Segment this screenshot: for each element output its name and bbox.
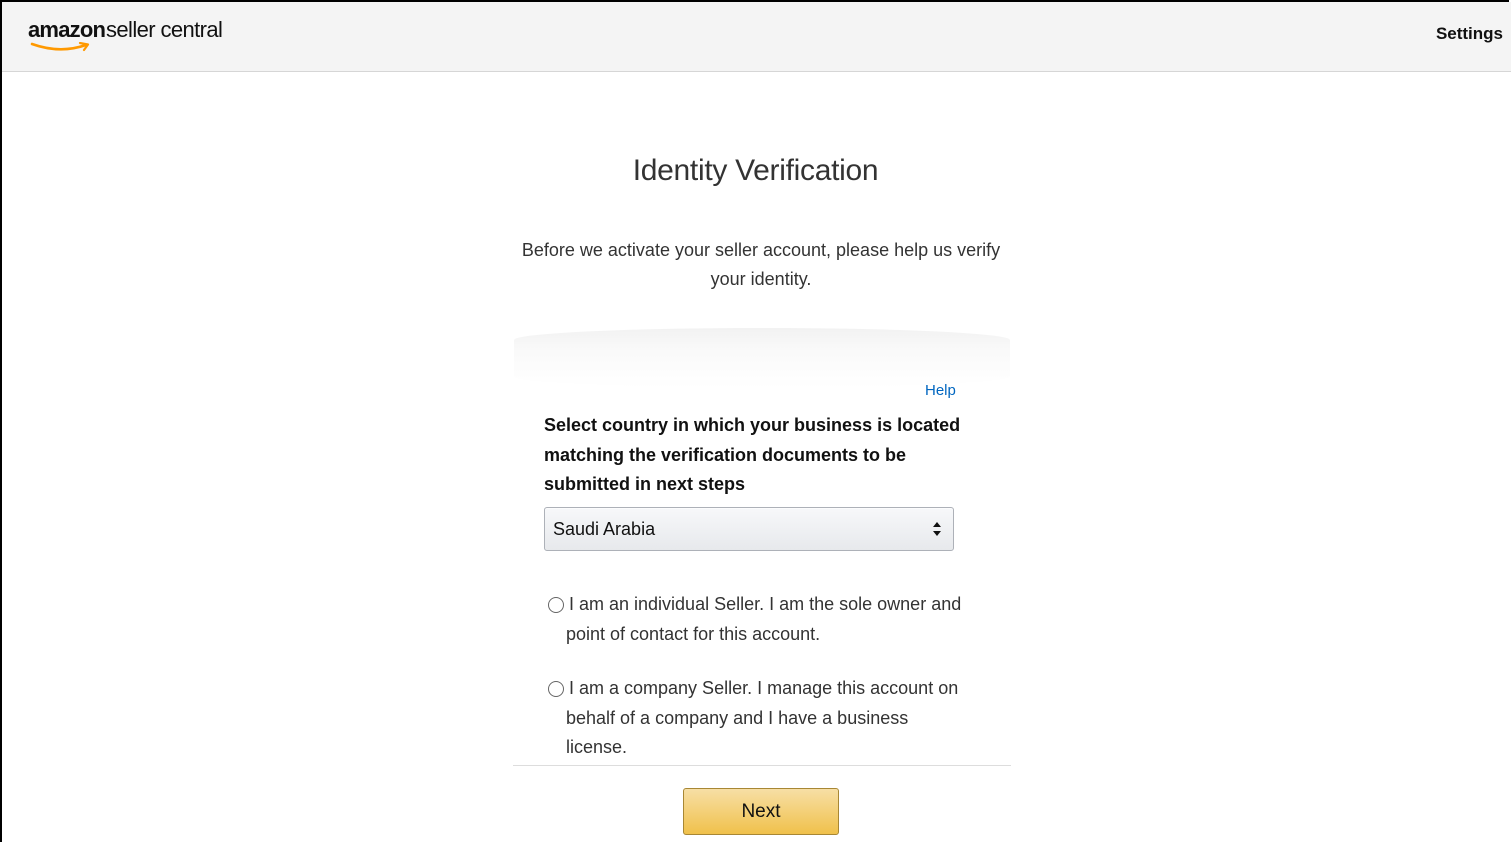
logo-brand-text: amazon xyxy=(28,17,106,42)
company-seller-label: I am a company Seller. I manage this acc… xyxy=(566,678,959,757)
section-divider xyxy=(513,765,1011,766)
next-button[interactable]: Next xyxy=(683,788,839,835)
logo-product-text: seller central xyxy=(106,17,223,42)
country-select[interactable]: Saudi Arabia xyxy=(544,507,954,551)
seller-central-logo[interactable]: amazon seller central xyxy=(28,14,238,54)
page-title: Identity Verification xyxy=(632,154,879,187)
top-header: amazon seller central Settings xyxy=(2,2,1511,72)
company-seller-radio[interactable] xyxy=(548,681,564,697)
section-shadow xyxy=(514,328,1010,388)
company-seller-option[interactable]: I am a company Seller. I manage this acc… xyxy=(548,674,968,763)
intro-text: Before we activate your seller account, … xyxy=(521,240,1001,289)
country-prompt: Select country in which your business is… xyxy=(544,415,961,494)
individual-seller-option[interactable]: I am an individual Seller. I am the sole… xyxy=(548,590,968,649)
help-link[interactable]: Help xyxy=(925,382,956,399)
updown-arrows-icon xyxy=(933,522,941,536)
individual-seller-label: I am an individual Seller. I am the sole… xyxy=(566,594,962,644)
country-select-value: Saudi Arabia xyxy=(553,519,656,539)
settings-link[interactable]: Settings xyxy=(1436,24,1503,44)
amazon-smile-icon xyxy=(30,42,90,52)
individual-seller-radio[interactable] xyxy=(548,597,564,613)
